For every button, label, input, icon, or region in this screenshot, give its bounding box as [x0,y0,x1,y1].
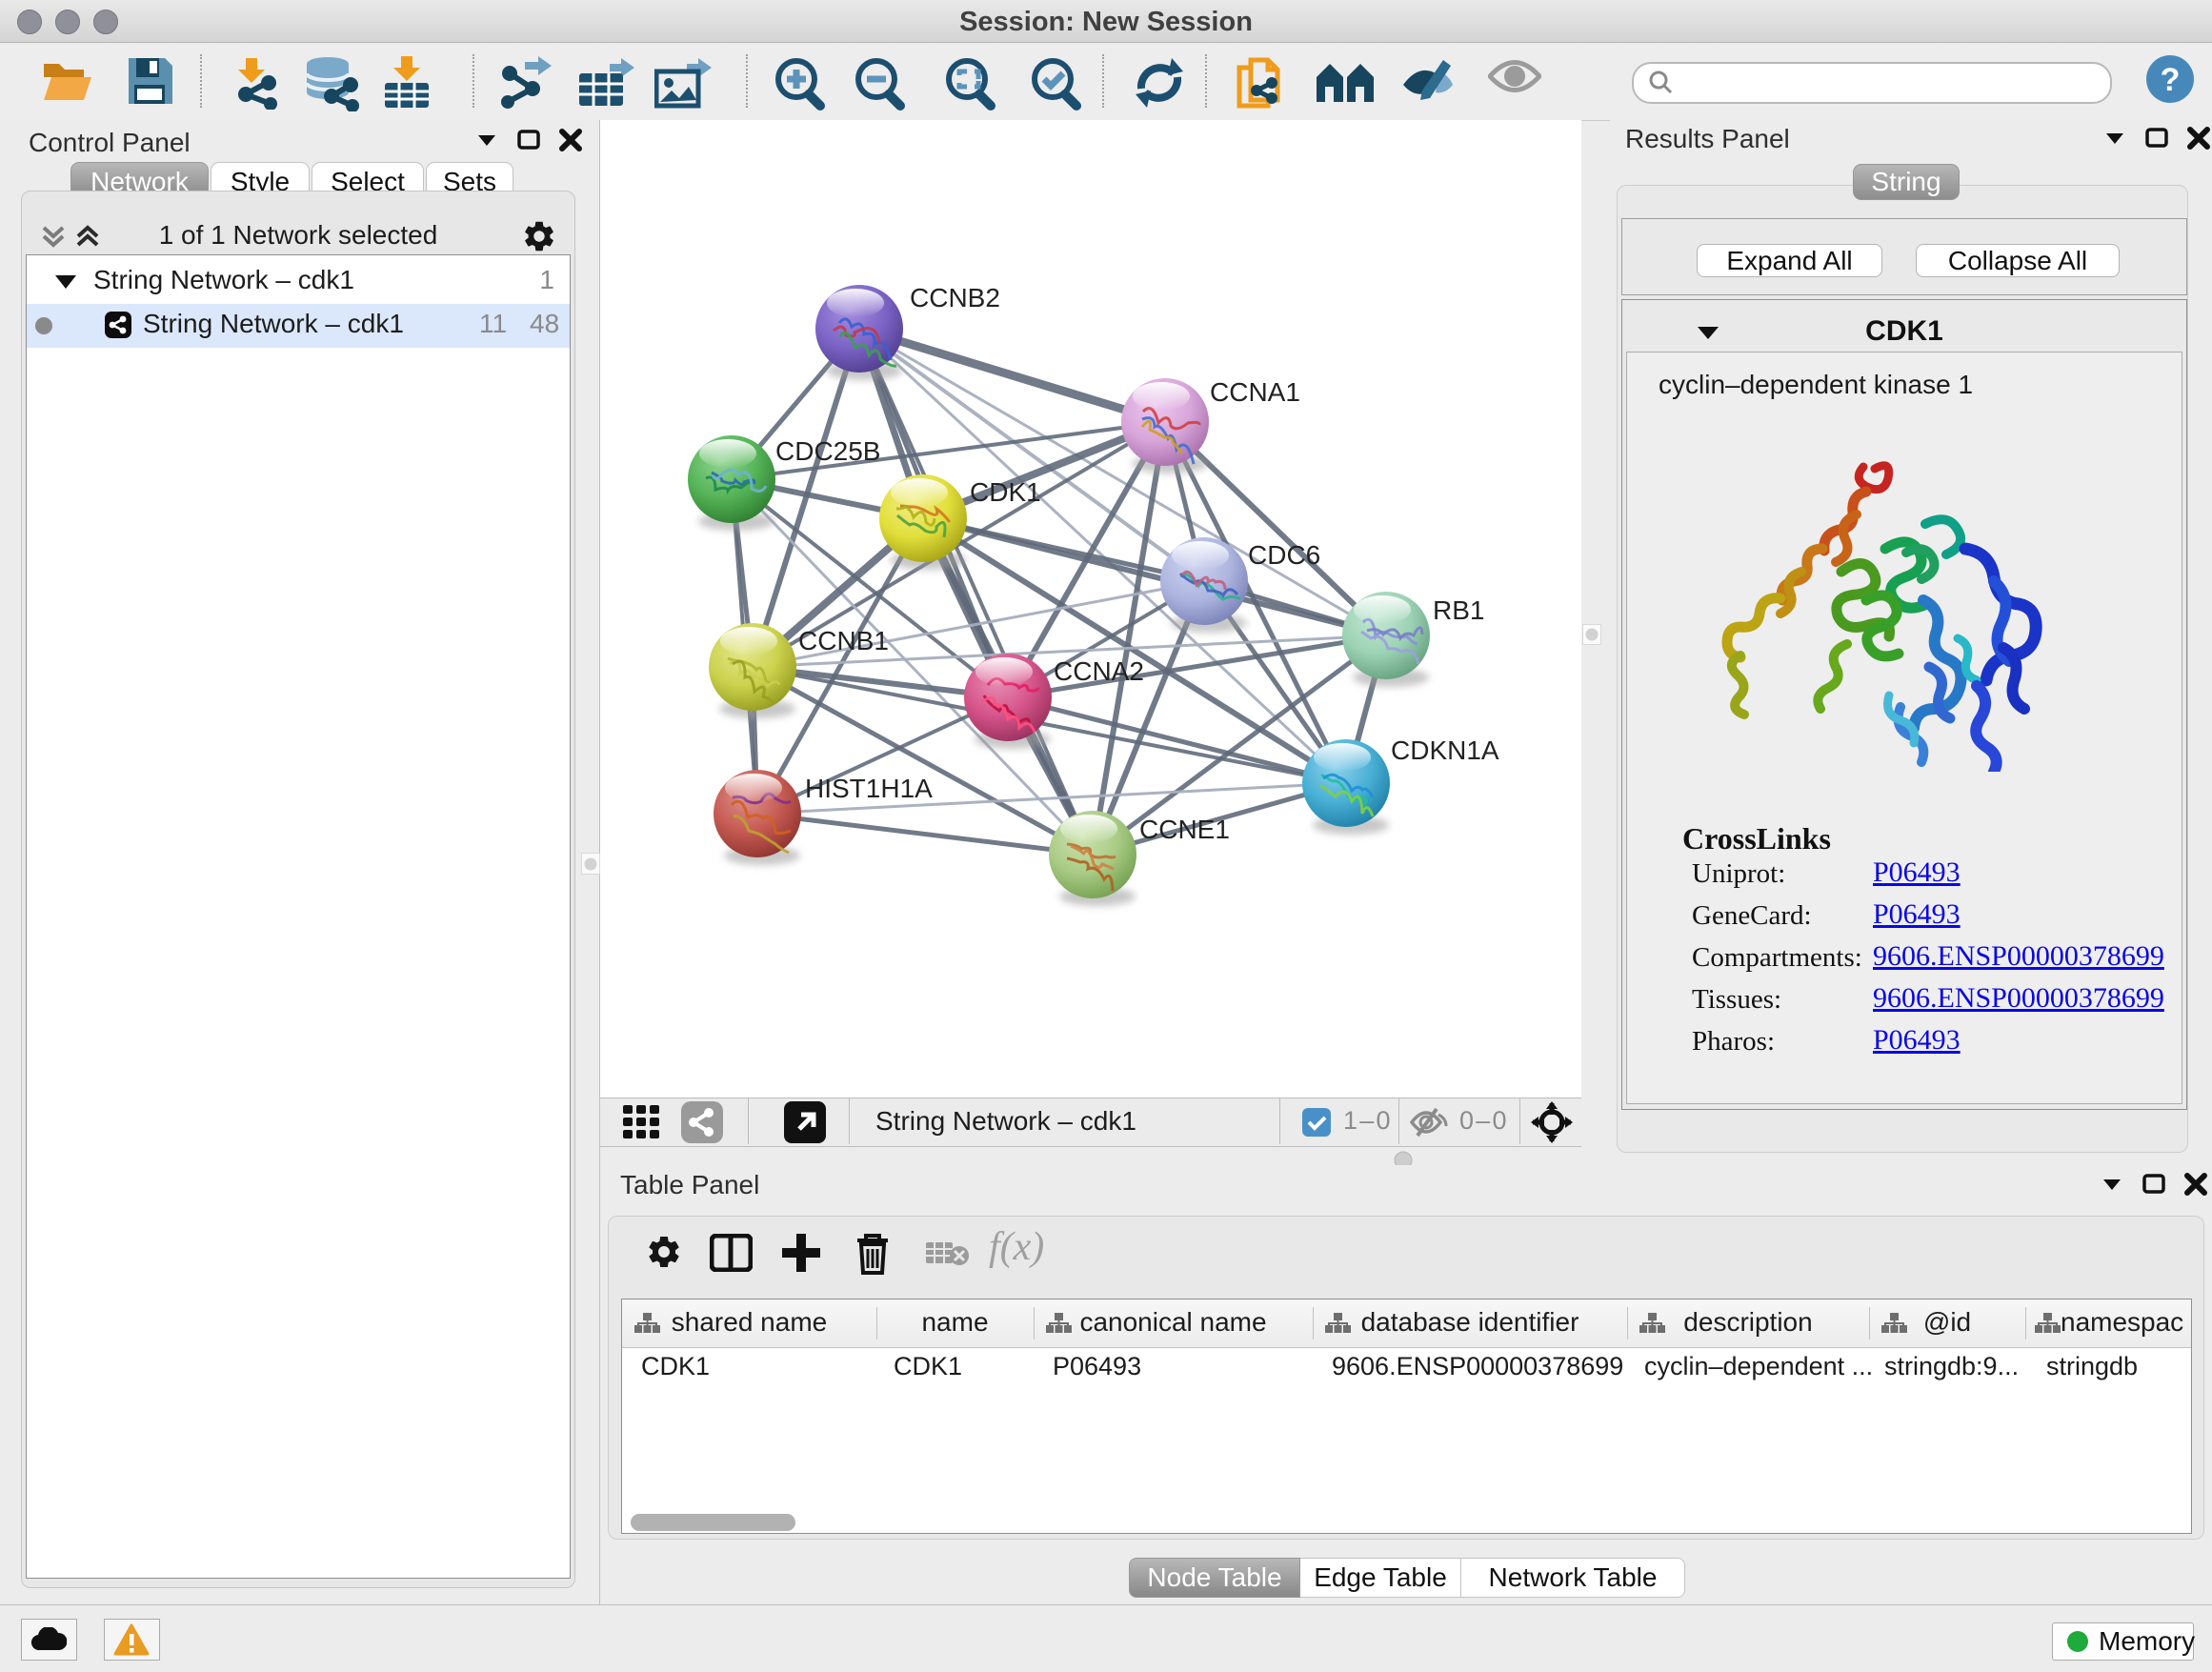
svg-text:?: ? [2161,62,2181,98]
svg-text:CDC25B: CDC25B [775,436,880,466]
svg-text:CCNB2: CCNB2 [910,283,1000,312]
svg-text:CCNE1: CCNE1 [1139,815,1230,844]
svg-text:CDC6: CDC6 [1248,540,1320,570]
svg-text:CDKN1A: CDKN1A [1391,735,1499,765]
svg-text:CDK1: CDK1 [970,477,1041,507]
svg-text:HIST1H1A: HIST1H1A [805,774,933,803]
svg-text:RB1: RB1 [1433,595,1484,625]
svg-text:CCNA1: CCNA1 [1210,377,1300,407]
svg-text:CCNA2: CCNA2 [1054,656,1144,686]
svg-text:CCNB1: CCNB1 [798,626,889,655]
